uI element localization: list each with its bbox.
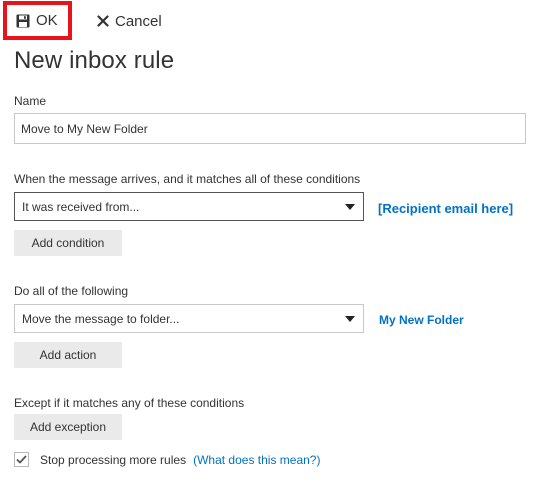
help-link-wrapper: (What does this mean?)	[193, 453, 320, 467]
stop-processing-checkbox[interactable]	[14, 452, 29, 467]
toolbar: OK Cancel	[0, 0, 541, 44]
stop-processing-row: Stop processing more rules (What does th…	[14, 452, 320, 467]
add-condition-button[interactable]: Add condition	[14, 230, 122, 256]
close-icon	[97, 15, 109, 27]
close-paren: )	[316, 452, 321, 467]
ok-button[interactable]: OK	[3, 1, 72, 40]
stop-processing-label: Stop processing more rules	[40, 452, 187, 467]
checkmark-icon	[16, 455, 27, 464]
condition-select[interactable]: It was received from...	[14, 192, 364, 221]
condition-select-value: It was received from...	[22, 199, 140, 214]
page-title: New inbox rule	[14, 47, 175, 74]
add-exception-button[interactable]: Add exception	[14, 414, 122, 440]
ok-button-label: OK	[36, 12, 58, 29]
name-label: Name	[14, 94, 47, 108]
conditions-label: When the message arrives, and it matches…	[14, 172, 361, 186]
cancel-button[interactable]: Cancel	[97, 10, 162, 32]
save-icon	[16, 14, 30, 28]
action-select-value: Move the message to folder...	[22, 311, 180, 326]
rule-name-input[interactable]	[14, 113, 526, 144]
recipient-email-link[interactable]: [Recipient email here]	[378, 201, 513, 216]
folder-link[interactable]: My New Folder	[379, 313, 464, 327]
chevron-down-icon	[345, 316, 355, 322]
add-action-button[interactable]: Add action	[14, 342, 122, 368]
chevron-down-icon	[345, 204, 355, 210]
cancel-button-label: Cancel	[115, 12, 162, 30]
actions-label: Do all of the following	[14, 284, 129, 298]
action-select[interactable]: Move the message to folder...	[14, 304, 364, 333]
what-does-this-mean-link[interactable]: What does this mean?	[197, 453, 316, 467]
exceptions-label: Except if it matches any of these condit…	[14, 396, 245, 410]
